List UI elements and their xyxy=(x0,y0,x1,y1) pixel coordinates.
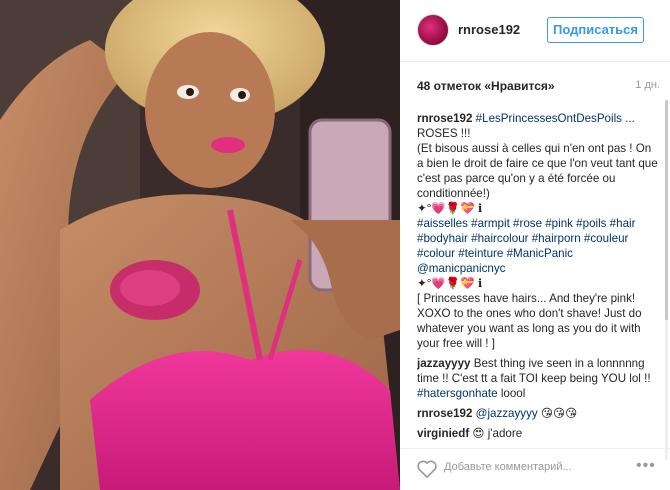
caption-emoji: ✦°💗🌹💝 ℹ xyxy=(417,277,483,290)
photo-illustration xyxy=(0,0,400,490)
subscribe-button[interactable]: Подписаться xyxy=(547,17,644,43)
caption-english: [ Princesses have hairs... And they're p… xyxy=(417,292,642,350)
likes-count[interactable]: 48 отметок «Нравится» xyxy=(417,79,555,93)
comment-footer: Добавьте комментарий... ••• xyxy=(400,448,670,490)
comment-username[interactable]: virginiedf xyxy=(417,427,469,440)
mention-link[interactable]: @jazzayyyy xyxy=(476,407,538,420)
more-options-icon[interactable]: ••• xyxy=(636,457,656,475)
caption-text: ... ROSES !!! (Et bisous aussi à celles … xyxy=(417,112,658,215)
username[interactable]: rnrose192 xyxy=(458,22,520,37)
heart-icon[interactable] xyxy=(416,459,438,479)
comment-username[interactable]: rnrose192 xyxy=(417,112,472,125)
add-comment-input[interactable]: Добавьте комментарий... xyxy=(444,461,572,473)
post-header: rnrose192 Подписаться xyxy=(400,0,670,62)
comment-text: 😍 j'adore xyxy=(469,427,523,440)
comment-text: 😘😘😘 xyxy=(537,407,578,420)
caption-comment: rnrose192 #LesPrincessesOntDesPoils ... … xyxy=(417,111,660,351)
comment-item: jazzayyyy Best thing ive seen in a lonnn… xyxy=(417,356,660,401)
scrollbar-thumb[interactable] xyxy=(665,100,668,320)
comment-username[interactable]: jazzayyyy xyxy=(417,357,471,370)
hashtag-link[interactable]: #LesPrincessesOntDesPoils xyxy=(476,112,622,125)
comment-username[interactable]: rnrose192 xyxy=(417,407,472,420)
likes-row: 48 отметок «Нравится» 1 дн. xyxy=(417,79,660,93)
comment-text-end: loool xyxy=(497,387,526,400)
comment-item: rnrose192 @jazzayyyy 😘😘😘 xyxy=(417,406,660,421)
comment-item: virginiedf 😍 j'adore xyxy=(417,426,660,441)
post-sidebar: rnrose192 Подписаться 48 отметок «Нравит… xyxy=(400,0,670,490)
post-age[interactable]: 1 дн. xyxy=(635,79,660,91)
hashtags-list[interactable]: #aisselles #armpit #rose #pink #poils #h… xyxy=(417,217,635,275)
post-photo[interactable] xyxy=(0,0,400,490)
hashtag-link[interactable]: #hatersgonhate xyxy=(417,387,498,400)
comments-list: rnrose192 #LesPrincessesOntDesPoils ... … xyxy=(417,111,660,456)
avatar[interactable] xyxy=(417,14,449,46)
